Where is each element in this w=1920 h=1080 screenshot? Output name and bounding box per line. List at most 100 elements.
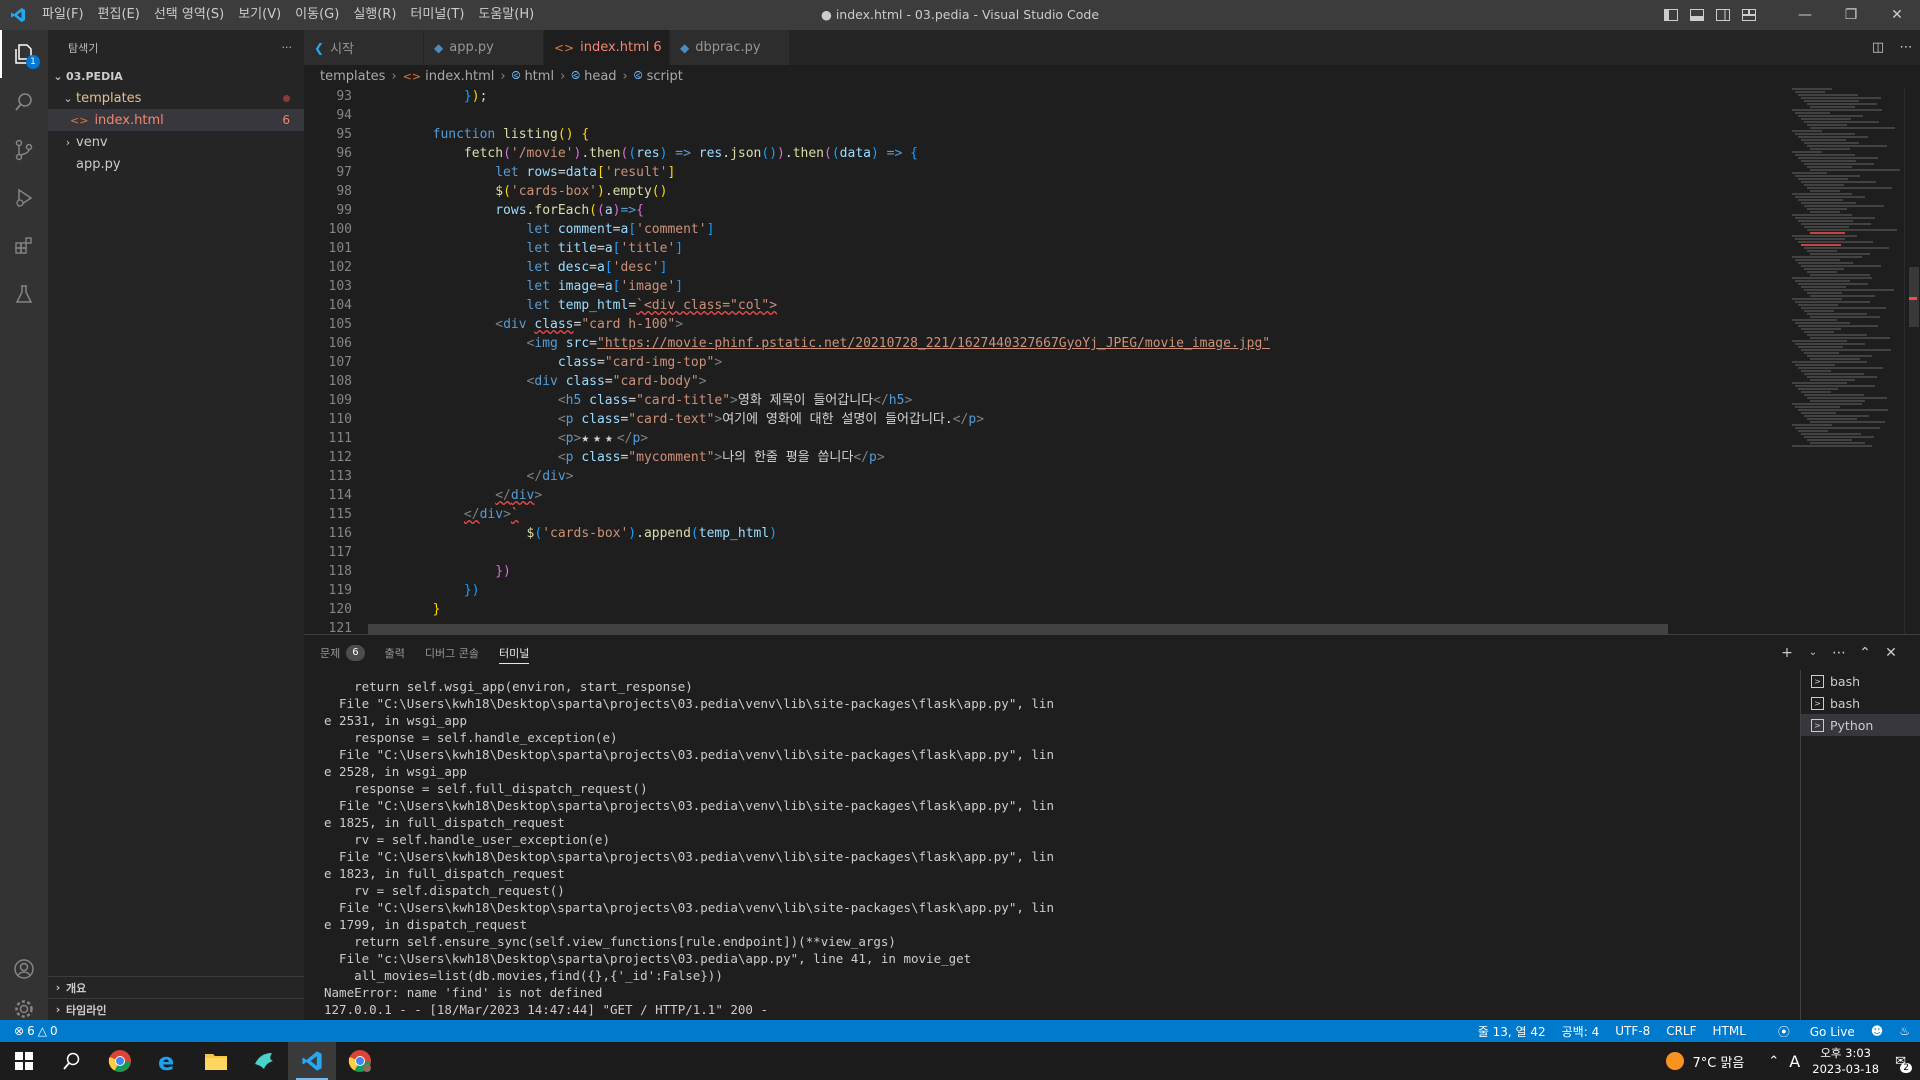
search-icon[interactable] (48, 1042, 96, 1080)
line-ending[interactable]: CRLF (1666, 1024, 1696, 1038)
terminal-list: > bash > bash > Python (1800, 670, 1920, 1020)
run-debug-icon[interactable] (0, 174, 48, 222)
minimap-line (1798, 115, 1863, 117)
file-app-py[interactable]: app.py (48, 153, 304, 175)
chrome-icon[interactable] (96, 1042, 144, 1080)
file-index-html[interactable]: <> index.html 6 (48, 109, 304, 131)
chrome-profile-icon[interactable] (336, 1042, 384, 1080)
chevron-up-icon[interactable]: ⌃ (1768, 1054, 1779, 1069)
extensions-icon[interactable] (0, 222, 48, 270)
minimap-line (1804, 268, 1844, 270)
sidebar-more-button[interactable]: ··· (282, 41, 293, 54)
terminal-output[interactable]: return self.wsgi_app(environ, start_resp… (324, 678, 1704, 1018)
vscode-taskbar-icon[interactable] (288, 1042, 336, 1080)
code-editor[interactable]: 93 94 95 96 97 98 99 100 101 102 103 104… (304, 87, 1784, 634)
html-icon: <> (554, 40, 575, 55)
tab-output[interactable]: 출력 (385, 635, 405, 670)
new-terminal-icon[interactable]: + (1774, 645, 1800, 661)
system-tray: 7°C 맑음 ⌃ A 오후 3:03 2023-03-18 ✉ 2 (1666, 1042, 1920, 1080)
minimap-line (1810, 148, 1850, 150)
toggle-secondary-sidebar-icon[interactable] (1710, 0, 1736, 30)
clock[interactable]: 오후 3:03 2023-03-18 (1812, 1045, 1879, 1077)
search-icon[interactable] (0, 78, 48, 126)
customize-layout-icon[interactable] (1736, 0, 1762, 30)
menu-run[interactable]: 실행(R) (346, 0, 403, 30)
restore-button[interactable]: ❐ (1828, 0, 1874, 30)
tab-label: 출력 (384, 646, 405, 660)
indentation[interactable]: 공백: 4 (1562, 1023, 1600, 1040)
tab-terminal[interactable]: 터미널 (498, 635, 530, 670)
folder-templates[interactable]: ⌄ templates (48, 87, 304, 109)
bell-icon[interactable]: ♨ (1899, 1024, 1910, 1038)
tab-label: index.html (580, 40, 650, 55)
terminal-item-python[interactable]: > Python (1801, 714, 1920, 736)
minimap-line (1795, 259, 1840, 261)
tab-app-py[interactable]: ◆ app.py (424, 30, 544, 65)
minimap-line (1807, 145, 1887, 147)
code-line: let image=a['image'] (526, 279, 684, 294)
terminal-item-bash[interactable]: > bash (1801, 670, 1920, 692)
maximize-panel-icon[interactable]: ⌃ (1852, 645, 1878, 661)
tab-index-html[interactable]: <> index.html 6 (544, 30, 670, 65)
menu-edit[interactable]: 편집(E) (91, 0, 147, 30)
timeline-section[interactable]: › 타임라인 (48, 998, 304, 1020)
editor-more-icon[interactable]: ⋯ (1892, 40, 1920, 55)
menu-file[interactable]: 파일(F) (35, 0, 91, 30)
line-number: 105 (328, 317, 352, 332)
code-string: "card-title" (636, 393, 731, 408)
close-panel-icon[interactable]: ✕ (1878, 645, 1904, 661)
problems-status[interactable]: ⊗ 6 △ 0 (0, 1024, 58, 1038)
menu-view[interactable]: 보기(V) (231, 0, 288, 30)
edge-icon[interactable]: e (144, 1042, 192, 1080)
horizontal-scrollbar[interactable] (368, 624, 1668, 634)
feedback-icon[interactable]: ☻ (1871, 1024, 1884, 1038)
line-number: 110 (328, 412, 352, 427)
breadcrumb-file[interactable]: index.html (425, 69, 494, 84)
minimap-line (1798, 94, 1858, 96)
ime-indicator[interactable]: A (1789, 1052, 1800, 1071)
menu-selection[interactable]: 선택 영역(S) (147, 0, 231, 30)
toggle-panel-icon[interactable] (1684, 0, 1710, 30)
minimap-line (1795, 91, 1825, 93)
minimap[interactable] (1784, 87, 1904, 634)
bird-app-icon[interactable] (240, 1042, 288, 1080)
notification-icon[interactable]: ✉ 2 (1895, 1054, 1912, 1073)
menu-terminal[interactable]: 터미널(T) (403, 0, 471, 30)
source-control-icon[interactable] (0, 126, 48, 174)
minimap-line (1807, 124, 1847, 126)
tab-dbprac-py[interactable]: ◆ dbprac.py (670, 30, 790, 65)
go-live-button[interactable]: ⦿ Go Live (1762, 1023, 1855, 1040)
cursor-position[interactable]: 줄 13, 열 42 (1478, 1023, 1546, 1040)
chevron-down-icon[interactable]: ⌄ (1800, 647, 1826, 658)
encoding[interactable]: UTF-8 (1615, 1024, 1650, 1038)
warning-count: 0 (49, 1024, 58, 1038)
outline-section[interactable]: › 개요 (48, 976, 304, 998)
toggle-sidebar-icon[interactable] (1658, 0, 1684, 30)
minimap-line (1801, 202, 1856, 204)
more-actions-icon[interactable]: ⋯ (1826, 645, 1852, 661)
terminal-item-bash[interactable]: > bash (1801, 692, 1920, 714)
code-link[interactable]: "https://movie-phinf.pstatic.net/2021072… (597, 336, 1270, 351)
weather-text[interactable]: 7°C 맑음 (1692, 1052, 1744, 1071)
tab-problems[interactable]: 문제 6 (320, 635, 365, 670)
tab-welcome[interactable]: ❮ 시작 (304, 30, 424, 65)
tab-debug-console[interactable]: 디버그 콘솔 (425, 635, 479, 670)
split-editor-icon[interactable]: ◫ (1864, 40, 1892, 55)
folder-venv[interactable]: › venv (48, 131, 304, 153)
minimize-button[interactable]: — (1782, 0, 1828, 30)
close-window-button[interactable]: ✕ (1874, 0, 1920, 30)
explorer-icon[interactable]: 1 (0, 30, 48, 78)
breadcrumb-templates[interactable]: templates (320, 69, 385, 84)
minimap-line (1804, 373, 1864, 375)
breadcrumb-script[interactable]: script (647, 69, 683, 84)
start-button[interactable] (0, 1042, 48, 1080)
testing-flask-icon[interactable] (0, 270, 48, 318)
language-mode[interactable]: HTML (1713, 1024, 1746, 1038)
breadcrumb-head[interactable]: head (584, 69, 616, 84)
breadcrumb-html[interactable]: html (524, 69, 554, 84)
workspace-root[interactable]: ⌄ 03.PEDIA (48, 65, 304, 87)
menu-go[interactable]: 이동(G) (288, 0, 346, 30)
file-explorer-icon[interactable] (192, 1042, 240, 1080)
vertical-scrollbar[interactable] (1904, 87, 1920, 634)
menu-help[interactable]: 도움말(H) (471, 0, 541, 30)
